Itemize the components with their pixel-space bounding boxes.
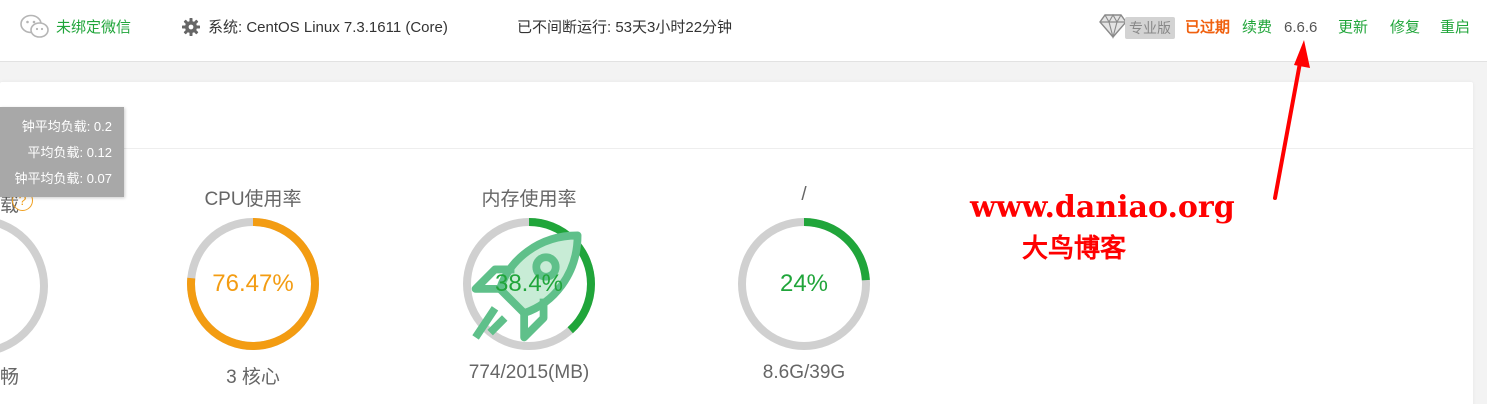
load-gauge-ring xyxy=(0,219,48,353)
disk-usage-value: 24% xyxy=(779,270,829,297)
pro-edition-badge: 专业版 xyxy=(1125,17,1175,39)
annotation-arrow xyxy=(1273,40,1310,200)
memory-usage-value: 38.4% xyxy=(494,270,564,297)
cpu-gauge: CPU使用率 76.47% 3 核心 xyxy=(153,184,353,394)
panel-divider xyxy=(0,148,1473,149)
uptime-info: 已不间断运行: 53天3小时22分钟 xyxy=(517,19,733,36)
wechat-bind-link[interactable]: 未绑定微信 xyxy=(56,0,131,56)
memory-gauge-title: 内存使用率 xyxy=(481,189,577,210)
disk-gauge: / 24% 8.6G/39G xyxy=(704,184,904,394)
cpu-cores: 3 核心 xyxy=(226,367,280,388)
expired-status: 已过期 xyxy=(1185,19,1231,36)
disk-gauge-title: / xyxy=(801,184,807,205)
update-link[interactable]: 更新 xyxy=(1338,0,1368,56)
restart-link[interactable]: 重启 xyxy=(1440,0,1470,56)
repair-link[interactable]: 修复 xyxy=(1390,0,1420,56)
memory-amount: 774/2015(MB) xyxy=(468,362,590,383)
wechat-icon[interactable] xyxy=(20,14,50,40)
disk-amount: 8.6G/39G xyxy=(762,362,846,383)
cpu-usage-value: 76.47% xyxy=(212,270,294,297)
gear-icon xyxy=(182,18,200,36)
load-15min: 钟平均负载: 0.07 xyxy=(14,171,112,186)
load-1min: 钟平均负载: 0.2 xyxy=(21,119,112,134)
watermark-name: 大鸟博客 xyxy=(1022,234,1127,264)
load-status: 畅 xyxy=(0,367,20,388)
load-5min: 平均负载: 0.12 xyxy=(27,145,112,160)
load-tooltip: 钟平均负载: 0.2 平均负载: 0.12 钟平均负载: 0.07 xyxy=(0,107,124,197)
diamond-icon xyxy=(1099,13,1127,39)
cpu-gauge-title: CPU使用率 xyxy=(204,189,302,210)
watermark-url: www.daniao.org xyxy=(970,190,1235,225)
memory-gauge: 内存使用率 38.4% 774/2015(MB) xyxy=(429,184,629,394)
system-info: 系统: CentOS Linux 7.3.1611 (Core) xyxy=(208,19,448,36)
